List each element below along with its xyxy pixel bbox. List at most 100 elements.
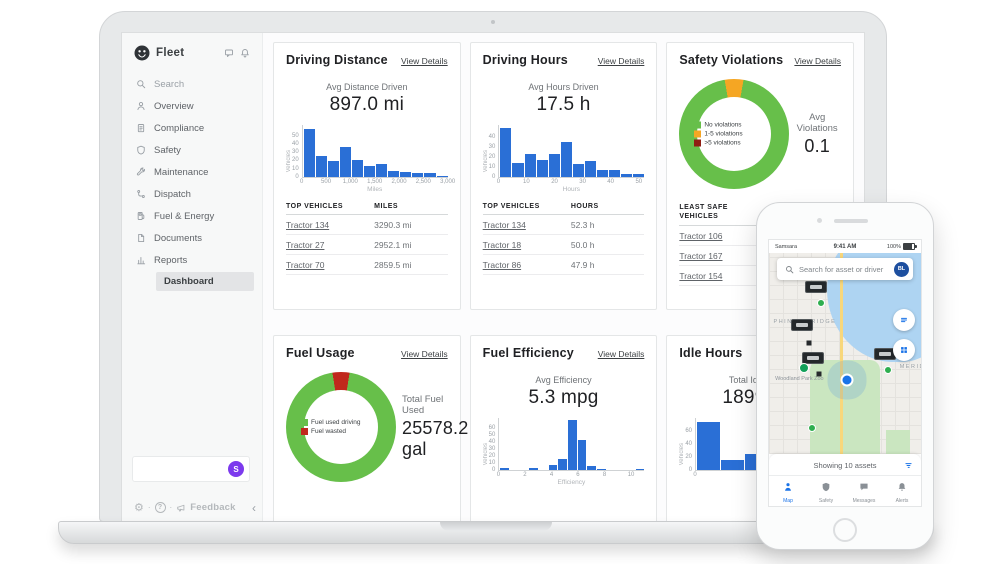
map-marker-green-dot[interactable]: [808, 424, 816, 432]
map-marker-chip[interactable]: [791, 319, 813, 331]
vehicle-link[interactable]: Tractor 18: [483, 240, 571, 250]
fleet-logo-icon: [134, 45, 150, 61]
phone-screen: Samsara 9:41 AM 100% PHINNEY RIDGEWoodla…: [768, 239, 922, 507]
profile-avatar[interactable]: BL: [894, 262, 909, 277]
y-axis-ticks: 403020100: [489, 134, 499, 180]
filter-icon[interactable]: [904, 461, 913, 470]
assets-sheet[interactable]: Showing 10 assets: [769, 454, 921, 476]
map-layers-button[interactable]: [893, 309, 915, 331]
user-box[interactable]: S: [132, 456, 250, 482]
brand-row: Fleet: [122, 33, 262, 71]
tab-alerts[interactable]: Alerts: [883, 476, 921, 506]
histogram-bar: [568, 420, 577, 470]
map-marker-zoo-pin[interactable]: [799, 363, 809, 373]
overview-icon: [136, 101, 146, 111]
vehicle-value: 2952.1 mi: [374, 240, 448, 250]
histogram-bar: [549, 465, 558, 470]
y-axis-ticks: 6040200: [685, 428, 695, 473]
map-label: Woodland Park Zoo: [775, 376, 824, 382]
legend-swatch: [301, 419, 308, 426]
histogram-bar: [578, 440, 587, 470]
vehicle-value: 3290.3 mi: [374, 220, 448, 230]
table-row: Tractor 1850.0 h: [483, 235, 645, 255]
map-marker-chip[interactable]: [805, 281, 827, 293]
table-row: Tractor 1343290.3 mi: [286, 215, 448, 235]
sidebar-item-safety[interactable]: Safety: [122, 139, 262, 161]
histogram-bar: [558, 459, 567, 470]
stat-value: 897.0 mi: [286, 94, 448, 116]
map-marker-green-dot[interactable]: [817, 299, 825, 307]
search-bar[interactable]: Search for asset or driver BL: [777, 258, 913, 280]
vehicle-link[interactable]: Tractor 134: [483, 220, 571, 230]
tab-safety[interactable]: Safety: [807, 476, 845, 506]
sidebar-footer: ⚙· ?· Feedback ‹: [134, 501, 256, 514]
tab-map[interactable]: Map: [769, 476, 807, 506]
battery-percent: 100%: [887, 244, 901, 250]
map-marker-location[interactable]: [840, 373, 853, 386]
fuel-efficiency-histogram: Vehicles60504030201000246810Efficiency: [483, 418, 645, 487]
histogram-bar: [340, 147, 351, 177]
vehicle-link[interactable]: Tractor 27: [286, 240, 374, 250]
view-details-link[interactable]: View Details: [401, 56, 448, 66]
histogram-bar: [316, 156, 327, 177]
table-row: Tractor 13452.3 h: [483, 215, 645, 235]
sidebar-item-overview[interactable]: Overview: [122, 95, 262, 117]
chat-icon[interactable]: [224, 48, 234, 58]
view-details-link[interactable]: View Details: [401, 349, 448, 359]
sidebar-item-search[interactable]: Search: [122, 73, 262, 95]
laptop-screen: Fleet SearchOverviewComplianceSafetyMain…: [121, 32, 865, 522]
search-icon: [136, 79, 146, 89]
gear-icon[interactable]: ⚙: [134, 501, 144, 514]
search-icon: [785, 265, 794, 274]
view-details-link[interactable]: View Details: [598, 349, 645, 359]
histogram-bar: [500, 468, 509, 470]
map-grid-button[interactable]: [893, 339, 915, 361]
feedback-link[interactable]: Feedback: [190, 502, 235, 513]
legend-item: No violations: [694, 122, 742, 129]
shield-icon: [821, 479, 831, 497]
sidebar-item-documents[interactable]: Documents: [122, 227, 262, 249]
histogram-bar: [721, 460, 744, 470]
help-icon[interactable]: ?: [155, 502, 166, 513]
vehicle-link[interactable]: Tractor 70: [286, 260, 374, 270]
histogram-bar: [412, 173, 423, 177]
laptop-base-notch: [440, 522, 552, 531]
map-marker-black-square[interactable]: [817, 371, 822, 376]
collapse-chevron-icon[interactable]: ‹: [252, 502, 256, 514]
histogram-bar: [437, 176, 448, 177]
map-label: MERIDIAN: [900, 364, 921, 370]
view-details-link[interactable]: View Details: [598, 56, 645, 66]
stat-label: Total Fuel Used: [402, 394, 448, 416]
card-fuel-usage: Fuel Usage View Details Fuel used drivin…: [273, 335, 461, 522]
sidebar-item-reports[interactable]: Reports: [122, 249, 262, 271]
view-details-link[interactable]: View Details: [794, 56, 841, 66]
sidebar-item-compliance[interactable]: Compliance: [122, 117, 262, 139]
histogram-bar: [587, 466, 596, 470]
sidebar-item-dashboard[interactable]: Dashboard: [156, 272, 254, 291]
tab-messages[interactable]: Messages: [845, 476, 883, 506]
maintenance-icon: [136, 167, 146, 177]
sidebar-item-maintenance[interactable]: Maintenance: [122, 161, 262, 183]
compliance-icon: [136, 123, 146, 133]
vehicle-link[interactable]: Tractor 86: [483, 260, 571, 270]
map-marker-green-dot[interactable]: [884, 366, 892, 374]
home-button[interactable]: [833, 518, 857, 542]
avatar[interactable]: S: [228, 461, 244, 477]
histogram-bar: [328, 161, 339, 177]
sidebar-item-dispatch[interactable]: Dispatch: [122, 183, 262, 205]
map-marker-black-square[interactable]: [806, 341, 811, 346]
sidebar-item-fuel-energy[interactable]: Fuel & Energy: [122, 205, 262, 227]
bell-icon[interactable]: [240, 48, 250, 58]
search-placeholder: Search for asset or driver: [799, 265, 889, 274]
phone-speaker: [834, 219, 868, 223]
y-axis-ticks: 6050403020100: [489, 425, 499, 473]
vehicle-link[interactable]: Tractor 134: [286, 220, 374, 230]
histogram-plot: [498, 125, 644, 178]
map-marker-chip[interactable]: [802, 352, 824, 364]
status-time: 9:41 AM: [834, 244, 857, 250]
legend-swatch: [694, 122, 701, 129]
histogram-bar: [697, 422, 720, 470]
map-canvas[interactable]: PHINNEY RIDGEWoodland Park ZooMERIDIAN: [769, 253, 921, 454]
x-axis-ticks: 01020304050: [498, 178, 644, 186]
megaphone-icon[interactable]: [176, 503, 186, 513]
